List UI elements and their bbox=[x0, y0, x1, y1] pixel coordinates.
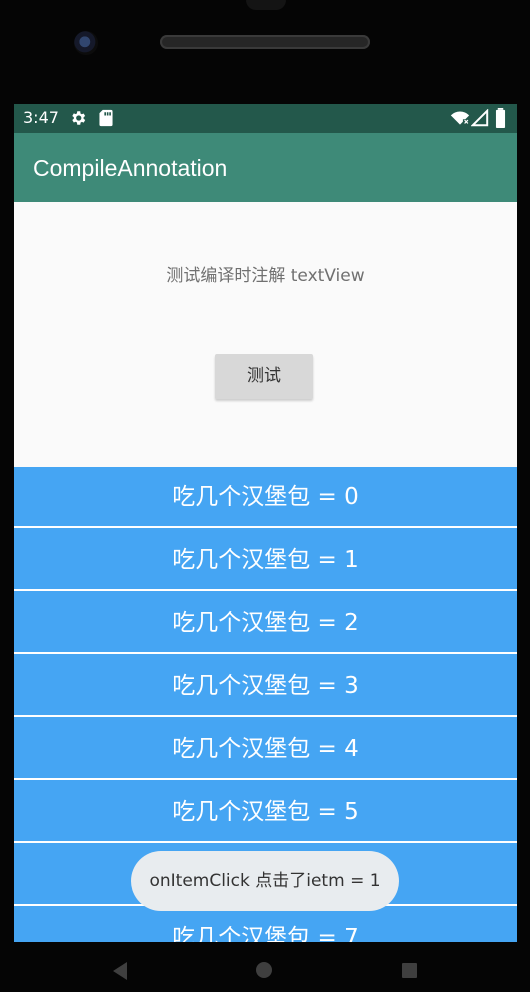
battery-icon bbox=[495, 108, 506, 128]
list-item[interactable]: 吃几个汉堡包 = 0 bbox=[14, 467, 517, 528]
test-button[interactable]: 测试 bbox=[215, 354, 313, 399]
sd-card-icon bbox=[99, 109, 113, 127]
signal-icon bbox=[471, 109, 489, 127]
status-bar: 3:47 bbox=[14, 104, 517, 133]
phone-frame: 3:47 CompileAnnotation 测试编译时注解 textView … bbox=[0, 0, 530, 992]
list-item[interactable]: 吃几个汉堡包 = 2 bbox=[14, 593, 517, 654]
earpiece-speaker bbox=[160, 35, 370, 49]
app-bar: CompileAnnotation bbox=[14, 133, 517, 202]
device-screen: 3:47 CompileAnnotation 测试编译时注解 textView … bbox=[14, 104, 517, 942]
wifi-icon bbox=[450, 111, 470, 126]
app-title: CompileAnnotation bbox=[33, 155, 228, 181]
list-item[interactable]: 吃几个汉堡包 = 7 bbox=[14, 908, 517, 942]
back-icon[interactable] bbox=[111, 961, 129, 981]
main-content: 测试编译时注解 textView 测试 bbox=[14, 202, 517, 467]
toast-message: onItemClick 点击了ietm = 1 bbox=[131, 851, 399, 911]
annotation-textview: 测试编译时注解 textView bbox=[166, 266, 365, 286]
home-icon[interactable] bbox=[255, 961, 273, 979]
recent-apps-icon[interactable] bbox=[401, 962, 418, 979]
top-notch bbox=[246, 0, 286, 10]
gear-icon bbox=[72, 111, 86, 125]
list-item[interactable]: 吃几个汉堡包 = 4 bbox=[14, 719, 517, 780]
status-time: 3:47 bbox=[23, 108, 59, 127]
list-item[interactable]: 吃几个汉堡包 = 5 bbox=[14, 782, 517, 843]
list-item[interactable]: 吃几个汉堡包 = 1 bbox=[14, 530, 517, 591]
navigation-bar bbox=[0, 942, 530, 992]
list-item[interactable]: 吃几个汉堡包 = 3 bbox=[14, 656, 517, 717]
front-camera bbox=[74, 31, 98, 55]
